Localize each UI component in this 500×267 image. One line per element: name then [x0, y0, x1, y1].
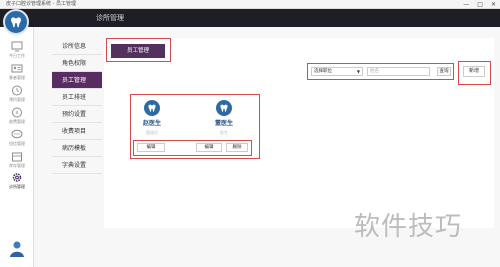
watermark-text: 软件技巧 [354, 212, 463, 242]
submenu-dictionary-settings[interactable]: 字典设置 [52, 157, 102, 174]
staff-role: 管理员 [146, 130, 158, 135]
nav-billing[interactable]: ¥ 收费管理 [0, 107, 34, 129]
nav-sms[interactable]: 短信管理 [0, 129, 34, 151]
nav-appointments[interactable]: 预约管理 [0, 85, 34, 107]
nav-patients[interactable]: 患者管理 [0, 63, 34, 85]
minimize-button[interactable]: — [463, 1, 469, 8]
delete-button[interactable]: 删除 [226, 143, 248, 152]
tooth-avatar [144, 100, 160, 116]
submenu-fee-items[interactable]: 收费项目 [52, 123, 102, 140]
edit-button[interactable]: 编辑 [137, 143, 165, 152]
submenu-appointment-settings[interactable]: 预约设置 [52, 106, 102, 123]
clock-icon [12, 85, 22, 96]
nav-label: 短信管理 [9, 141, 25, 146]
top-header: 诊所管理 [0, 9, 500, 27]
window-title: 皮子口腔诊管理系统 - 员工管理 [6, 1, 76, 7]
staff-card[interactable]: 董医生 医生 [205, 100, 243, 136]
tab-staff-management[interactable]: 员工管理 [111, 44, 165, 58]
submenu-role-permissions[interactable]: 角色权限 [52, 55, 102, 72]
tooth-avatar [216, 100, 232, 116]
nav-label: 诊所管理 [9, 184, 25, 189]
close-button[interactable]: ✕ [491, 1, 496, 8]
nav-clinic-management[interactable]: 诊所管理 [0, 172, 34, 194]
staff-name: 董医生 [214, 120, 233, 127]
submenu-clinic-info[interactable]: 诊所信息 [52, 38, 102, 55]
tooth-icon [148, 104, 156, 112]
submenu-staff-schedule[interactable]: 员工排班 [52, 89, 102, 106]
staff-name: 赵医生 [142, 120, 161, 127]
tooth-icon [220, 104, 228, 112]
chat-icon [11, 129, 23, 139]
position-select[interactable]: 选择职位 ▼ [311, 67, 363, 76]
submenu-staff-management[interactable]: 员工管理 [52, 72, 102, 89]
staff-role: 医生 [220, 130, 228, 135]
edit-button[interactable]: 编辑 [196, 143, 222, 152]
monitor-icon [11, 41, 23, 52]
submenu-record-templates[interactable]: 病历模板 [52, 140, 102, 157]
app-logo [3, 9, 29, 35]
app-window: 皮子口腔诊管理系统 - 员工管理 — □ ✕ 诊所管理 今日工作 患者管理 预约… [0, 0, 500, 267]
chevron-down-icon: ▼ [356, 69, 360, 74]
nav-label: 患者管理 [9, 75, 25, 80]
main-sidebar: 今日工作 患者管理 预约管理 ¥ 收费管理 短信管理 库存管理 诊所管理 [0, 27, 34, 267]
nav-label: 收费管理 [9, 119, 25, 124]
name-search-input[interactable]: 姓名 [367, 67, 430, 76]
nav-today-work[interactable]: 今日工作 [0, 41, 34, 63]
gear-icon [12, 173, 22, 182]
user-icon[interactable] [9, 240, 25, 258]
id-card-icon [11, 64, 23, 73]
add-staff-button[interactable]: 新增 [463, 66, 485, 77]
clinic-submenu: 诊所信息 角色权限 员工管理 员工排班 预约设置 收费项目 病历模板 字典设置 [52, 38, 102, 174]
nav-label: 库存管理 [9, 163, 25, 168]
staff-card[interactable]: 赵医生 管理员 [133, 100, 171, 136]
tooth-logo-icon [11, 17, 21, 28]
maximize-button[interactable]: □ [477, 1, 483, 8]
nav-inventory[interactable]: 库存管理 [0, 151, 34, 173]
position-select-value: 选择职位 [314, 69, 332, 74]
section-title: 诊所管理 [96, 14, 124, 22]
title-bar: 皮子口腔诊管理系统 - 员工管理 — □ ✕ [0, 0, 500, 9]
query-button[interactable]: 查询 [437, 67, 451, 76]
nav-label: 今日工作 [9, 53, 25, 58]
window-controls: — □ ✕ [463, 1, 496, 8]
box-icon [12, 152, 22, 162]
yen-icon: ¥ [12, 107, 22, 118]
nav-label: 预约管理 [9, 97, 25, 102]
svg-text:¥: ¥ [15, 111, 18, 117]
